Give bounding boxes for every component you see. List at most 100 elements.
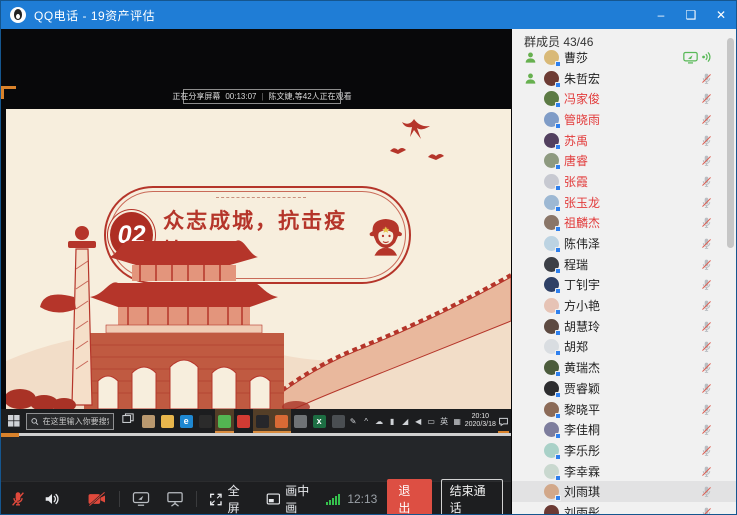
store-icon	[139, 409, 158, 433]
member-row[interactable]: 胡郑	[512, 337, 737, 358]
mobile-online-badge	[555, 288, 561, 294]
shared-search-box	[26, 413, 114, 430]
camera-off-button[interactable]	[79, 482, 115, 515]
scrollbar-thumb[interactable]	[727, 38, 734, 248]
member-row[interactable]: 管晓雨	[512, 109, 737, 130]
member-status	[700, 134, 713, 147]
avatar	[544, 484, 559, 499]
maximize-button[interactable]: ❑	[676, 1, 706, 29]
member-row[interactable]: 刘雨彤	[512, 502, 737, 515]
mobile-online-badge	[555, 371, 561, 377]
muted-mic-icon	[700, 361, 713, 374]
member-row[interactable]: 黄瑞杰	[512, 357, 737, 378]
screen-sharing-icon	[683, 51, 698, 64]
member-status	[700, 113, 713, 126]
excel-icon: x	[310, 409, 329, 433]
screen-share-button[interactable]	[124, 482, 158, 515]
mobile-online-badge	[555, 433, 561, 439]
member-row[interactable]: 张霞	[512, 171, 737, 192]
member-name: 朱哲宏	[564, 70, 600, 87]
member-row[interactable]: 黎晓平	[512, 399, 737, 420]
muted-mic-icon	[700, 403, 713, 416]
member-row[interactable]: 丁钊宇	[512, 275, 737, 296]
speaker-button[interactable]	[35, 482, 69, 515]
member-row[interactable]: 贾睿颖	[512, 378, 737, 399]
edge-icon: e	[177, 409, 196, 433]
system-tray: ✎^☁▮◢◀▭英▦	[348, 416, 463, 427]
avatar	[544, 381, 559, 396]
member-row[interactable]: 方小艳	[512, 295, 737, 316]
whiteboard-button[interactable]	[158, 482, 192, 515]
member-row[interactable]: 李乐彤	[512, 440, 737, 461]
member-row[interactable]: 唐睿	[512, 150, 737, 171]
mobile-online-badge	[555, 330, 561, 336]
member-name: 贾睿颖	[564, 380, 600, 397]
member-row[interactable]: 陈伟泽	[512, 233, 737, 254]
member-name: 李佳桐	[564, 421, 600, 438]
clock-time: 20:10	[465, 413, 496, 421]
member-status	[700, 299, 713, 312]
member-status	[700, 423, 713, 436]
member-status	[700, 403, 713, 416]
ime-icon: ▦	[452, 417, 463, 426]
member-status	[700, 278, 713, 291]
video-app-icon	[234, 409, 253, 433]
fullscreen-label: 全屏	[228, 482, 250, 515]
member-row[interactable]: 李幸霖	[512, 461, 737, 482]
member-status	[700, 196, 713, 209]
member-name: 刘雨琪	[564, 483, 600, 500]
mic-muted-button[interactable]	[1, 482, 35, 515]
speaking-icon	[701, 51, 713, 63]
member-status	[700, 175, 713, 188]
member-status	[700, 340, 713, 353]
pip-label: 画中画	[285, 482, 318, 515]
avatar	[544, 277, 559, 292]
members-header: 群成员 43/46	[512, 29, 737, 47]
share-region-bottom-edge	[19, 433, 511, 436]
member-row[interactable]: 张玉龙	[512, 192, 737, 213]
end-call-button[interactable]: 结束通话	[441, 479, 503, 515]
member-row[interactable]: 冯家俊	[512, 88, 737, 109]
chevron-up-icon: ^	[361, 417, 372, 426]
muted-mic-icon	[700, 299, 713, 312]
member-row[interactable]: 李佳桐	[512, 419, 737, 440]
muted-mic-icon	[700, 465, 713, 478]
member-name: 程瑞	[564, 256, 588, 273]
avatar	[544, 215, 559, 230]
mobile-online-badge	[555, 413, 561, 419]
member-row[interactable]: 胡慧玲	[512, 316, 737, 337]
muted-mic-icon	[700, 423, 713, 436]
avatar	[544, 443, 559, 458]
taskbar-apps: ex	[139, 409, 348, 433]
minimize-button[interactable]: –	[646, 1, 676, 29]
pip-button[interactable]: 画中画	[258, 482, 327, 515]
member-list: 曹莎朱哲宏冯家俊管晓雨苏禹唐睿张霞张玉龙祖麟杰陈伟泽程瑞丁钊宇方小艳胡慧玲胡郑黄…	[512, 47, 737, 515]
member-name: 冯家俊	[564, 90, 600, 107]
muted-mic-icon	[700, 237, 713, 250]
active-member-icon	[524, 72, 537, 85]
mobile-online-badge	[555, 164, 561, 170]
exit-button[interactable]: 退出	[387, 479, 431, 515]
member-name: 刘雨彤	[564, 504, 600, 515]
member-row[interactable]: 朱哲宏	[512, 68, 737, 89]
active-member-icon	[524, 51, 537, 64]
avatar	[544, 422, 559, 437]
member-status	[700, 237, 713, 250]
member-status	[700, 154, 713, 167]
member-name: 曹莎	[564, 49, 588, 66]
member-row[interactable]: 曹莎	[512, 47, 737, 68]
member-status	[700, 444, 713, 457]
pen-icon: ✎	[348, 417, 359, 426]
member-row[interactable]: 刘雨琪	[512, 481, 737, 502]
avatar	[544, 257, 559, 272]
member-row[interactable]: 程瑞	[512, 254, 737, 275]
member-row[interactable]: 苏禹	[512, 130, 737, 151]
member-status	[700, 72, 713, 85]
network-icon: ◢	[400, 417, 411, 426]
member-row[interactable]: 祖麟杰	[512, 213, 737, 234]
fullscreen-button[interactable]: 全屏	[201, 482, 258, 515]
muted-mic-icon	[700, 506, 713, 515]
member-status	[700, 216, 713, 229]
muted-mic-icon	[700, 92, 713, 105]
close-button[interactable]: ✕	[706, 1, 736, 29]
